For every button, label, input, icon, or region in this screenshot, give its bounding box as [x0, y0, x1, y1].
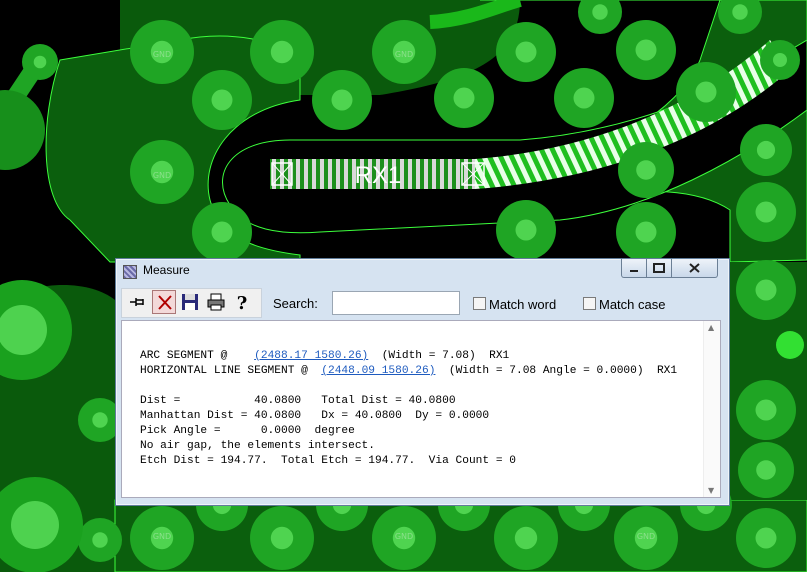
- print-button[interactable]: [204, 290, 228, 314]
- save-button[interactable]: [178, 290, 202, 314]
- pick-angle-line: Pick Angle = 0.0000 degree: [140, 425, 355, 437]
- help-button[interactable]: ?: [230, 290, 254, 314]
- line-coords-link[interactable]: (2448.09 1580.26): [321, 365, 435, 377]
- via-hole: [755, 527, 777, 549]
- via-hole: [92, 532, 108, 548]
- via-hole: [573, 87, 595, 109]
- arc-coords-link[interactable]: (2488.17 1580.26): [254, 350, 368, 362]
- printer-icon: [207, 293, 225, 311]
- maximize-icon: [653, 263, 665, 273]
- via-hole: [33, 55, 47, 69]
- via-hole: [755, 279, 777, 301]
- via-hole: [636, 160, 656, 180]
- close-button[interactable]: [671, 259, 718, 278]
- match-word-label: Match word: [489, 297, 557, 312]
- line-segment-suffix: (Width = 7.08 Angle = 0.0000) RX1: [435, 365, 678, 377]
- match-case-checkbox[interactable]: [583, 297, 596, 310]
- measure-output[interactable]: ARC SEGMENT @ (2488.17 1580.26) (Width =…: [121, 320, 721, 498]
- match-word-checkbox[interactable]: [473, 297, 486, 310]
- via-hole: [211, 221, 233, 243]
- via-hole: [270, 526, 294, 550]
- via-hole: [331, 89, 353, 111]
- gnd-label: GND: [153, 171, 171, 180]
- maximize-button[interactable]: [646, 259, 672, 278]
- gnd-label: GND: [395, 532, 413, 541]
- question-mark-icon: ?: [237, 293, 248, 314]
- vertical-scrollbar[interactable]: ▲ ▼: [703, 321, 720, 497]
- edge-pad-right[interactable]: [776, 331, 804, 359]
- via-hole: [453, 87, 475, 109]
- search-input[interactable]: [332, 291, 460, 315]
- manhattan-line: Manhattan Dist = 40.0800 Dx = 40.0800 Dy…: [140, 410, 490, 422]
- via-hole: [211, 89, 233, 111]
- svg-text:?: ?: [237, 293, 248, 314]
- arc-line-suffix: (Width = 7.08) RX1: [368, 350, 510, 362]
- toolbar: ?: [121, 288, 262, 318]
- measure-app-icon: [123, 265, 137, 279]
- match-case-label: Match case: [599, 297, 666, 312]
- via-hole: [592, 4, 608, 20]
- minimize-icon: [630, 270, 638, 272]
- via-hole: [514, 526, 538, 550]
- minimize-button[interactable]: [621, 259, 647, 278]
- via-hole: [732, 4, 748, 20]
- via-hole: [755, 399, 777, 421]
- search-label: Search:: [273, 296, 318, 311]
- clear-button[interactable]: [152, 290, 176, 314]
- via-hole: [515, 219, 537, 241]
- report-text: ARC SEGMENT @ (2488.17 1580.26) (Width =…: [140, 349, 677, 469]
- via-hole: [635, 39, 657, 61]
- close-icon: [689, 263, 700, 273]
- via-hole: [515, 41, 537, 63]
- arc-line-prefix: ARC SEGMENT @: [140, 350, 255, 362]
- gnd-label: GND: [395, 50, 413, 59]
- via-hole: [695, 81, 717, 103]
- net-label-rx1: RX1: [355, 162, 402, 189]
- via-hole: [755, 201, 777, 223]
- via-hole: [635, 221, 657, 243]
- gnd-label: GND: [637, 532, 655, 541]
- pin-icon: [130, 298, 144, 306]
- via-hole: [756, 140, 776, 160]
- x-icon: [158, 295, 172, 310]
- via-hole: [756, 460, 776, 480]
- scroll-down-icon[interactable]: ▼: [708, 486, 714, 495]
- dist-line: Dist = 40.0800 Total Dist = 40.0800: [140, 395, 456, 407]
- pin-button[interactable]: [126, 290, 150, 314]
- measure-window[interactable]: Measure ? Search: Match word Match case …: [115, 258, 730, 506]
- gnd-label: GND: [153, 532, 171, 541]
- title-bar[interactable]: Measure: [116, 259, 729, 281]
- line-segment-prefix: HORIZONTAL LINE SEGMENT @: [140, 365, 322, 377]
- air-gap-line: No air gap, the elements intersect.: [140, 440, 375, 452]
- via-hole: [270, 40, 294, 64]
- scroll-up-icon[interactable]: ▲: [708, 323, 714, 332]
- window-title: Measure: [143, 263, 190, 277]
- etch-line: Etch Dist = 194.77. Total Etch = 194.77.…: [140, 455, 516, 467]
- via-hole: [92, 412, 108, 428]
- via-hole: [773, 53, 787, 67]
- floppy-disk-icon: [182, 294, 198, 310]
- gnd-label: GND: [153, 50, 171, 59]
